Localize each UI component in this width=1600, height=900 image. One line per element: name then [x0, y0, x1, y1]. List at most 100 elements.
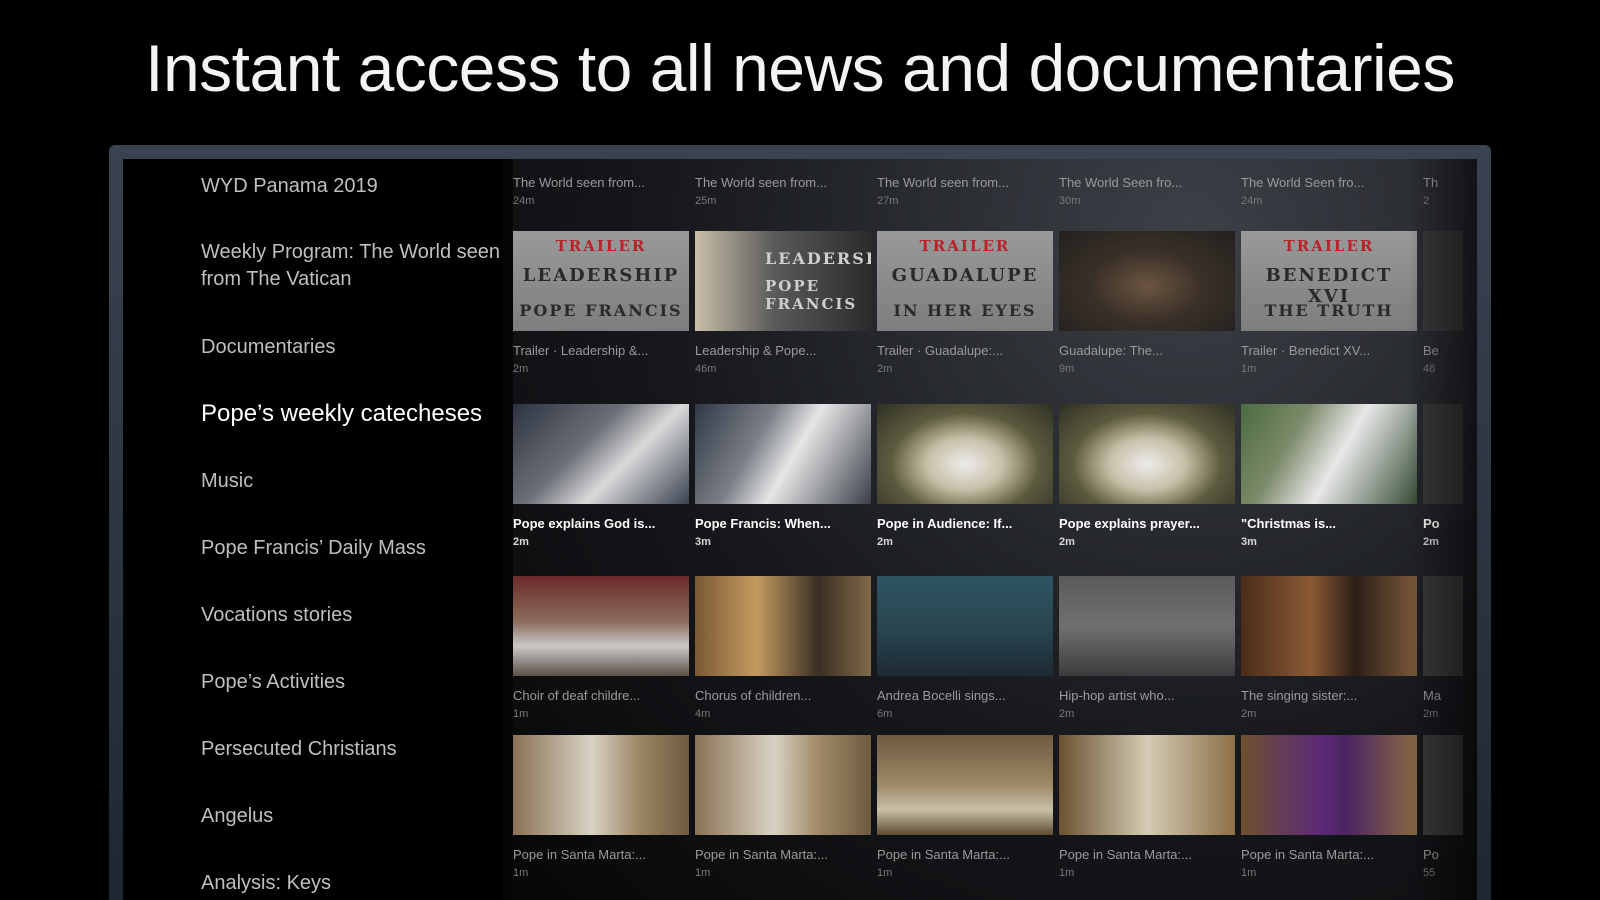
video-title: "Christmas is...: [1241, 516, 1337, 531]
video-title: Th: [1423, 175, 1439, 190]
video-title: Be: [1423, 343, 1439, 358]
sidebar-item-popes-activities[interactable]: Pope’s Activities: [201, 669, 501, 696]
video-duration: 2m: [877, 363, 893, 375]
thumbnail-caption: LEADERSHIP: [765, 249, 871, 268]
video-thumbnail: [1059, 735, 1235, 835]
video-duration: 2m: [1059, 708, 1075, 720]
video-card[interactable]: Pope in Santa Marta:... 1m: [513, 735, 689, 879]
video-duration: 3m: [1241, 536, 1257, 548]
video-thumbnail: [513, 735, 689, 835]
video-card[interactable]: Guadalupe: The... 9m: [1059, 231, 1235, 375]
video-title: Pope explains God is...: [513, 516, 656, 531]
video-card[interactable]: Pope in Santa Marta:... 1m: [1059, 735, 1235, 879]
tv-screen: WYD Panama 2019 Weekly Program: The Worl…: [123, 159, 1477, 900]
sidebar-item-analysis-keys[interactable]: Analysis: Keys: [201, 870, 501, 897]
sidebar-item-vocations[interactable]: Vocations stories: [201, 602, 501, 629]
video-duration: 2m: [1423, 708, 1439, 720]
video-duration: 4m: [695, 708, 711, 720]
video-thumbnail: [877, 576, 1053, 676]
video-card[interactable]: "Christmas is... 3m: [1241, 404, 1417, 548]
row-daily-mass: Pope in Santa Marta:... 1m Pope in Santa M…: [513, 735, 1477, 900]
video-card[interactable]: The World Seen fro... 24m: [1241, 175, 1417, 207]
video-title: The World Seen fro...: [1059, 175, 1183, 190]
video-title: Trailer · Benedict XV...: [1241, 343, 1371, 358]
video-duration: 1m: [1241, 363, 1257, 375]
row-catecheses: Pope explains God is... 2m Pope Francis: W…: [513, 404, 1477, 574]
video-card[interactable]: The World seen from... 25m: [695, 175, 871, 207]
video-card[interactable]: Th 2: [1423, 175, 1477, 207]
video-duration: 30m: [1059, 195, 1081, 207]
video-thumbnail: [513, 576, 689, 676]
thumbnail-caption: TRAILER: [919, 237, 1011, 255]
video-card[interactable]: Choir of deaf childre... 1m: [513, 576, 689, 720]
video-title: Hip-hop artist who...: [1059, 688, 1175, 703]
video-card[interactable]: Pope explains prayer... 2m: [1059, 404, 1235, 548]
video-card[interactable]: Be 48: [1423, 231, 1477, 375]
video-duration: 25m: [695, 195, 717, 207]
video-card[interactable]: The World seen from... 24m: [513, 175, 689, 207]
video-thumbnail: [877, 735, 1053, 835]
video-duration: 2: [1423, 195, 1430, 207]
video-title: Pope in Santa Marta:...: [513, 847, 646, 862]
video-card[interactable]: Pope Francis: When... 3m: [695, 404, 871, 548]
video-duration: 1m: [1241, 867, 1257, 879]
video-duration: 24m: [513, 195, 535, 207]
thumbnail-caption: POPE FRANCIS: [519, 301, 683, 320]
video-title: Po: [1423, 516, 1440, 531]
thumbnail-caption: POPE FRANCIS: [765, 277, 858, 313]
video-card[interactable]: Pope in Audience: If... 2m: [877, 404, 1053, 548]
video-card[interactable]: Pope in Santa Marta:... 1m: [695, 735, 871, 879]
video-card[interactable]: TRAILER GUADALUPE IN HER EYES Trailer · Gua…: [877, 231, 1053, 375]
video-thumbnail: [877, 404, 1053, 504]
video-duration: 27m: [877, 195, 899, 207]
video-duration: 9m: [1059, 363, 1075, 375]
video-title: Ma: [1423, 688, 1442, 703]
video-duration: 2m: [513, 363, 529, 375]
video-title: Trailer · Leadership &...: [513, 343, 649, 358]
video-thumbnail: [1059, 404, 1235, 504]
video-card[interactable]: Po 2m: [1423, 404, 1477, 548]
row-music: Choir of deaf childre... 1m Chorus of chil…: [513, 576, 1477, 746]
video-card[interactable]: Hip-hop artist who... 2m: [1059, 576, 1235, 720]
video-thumbnail: [513, 404, 689, 504]
video-card[interactable]: The World Seen fro... 30m: [1059, 175, 1235, 207]
content-grid: The World seen from... 24m The World seen …: [513, 159, 1477, 900]
video-duration: 2m: [513, 536, 529, 548]
video-thumbnail: [695, 576, 871, 676]
video-card[interactable]: Ma 2m: [1423, 576, 1477, 720]
sidebar-item-weekly-program[interactable]: Weekly Program: The World seen from The …: [201, 239, 501, 293]
sidebar-item-persecuted-christians[interactable]: Persecuted Christians: [201, 736, 501, 763]
video-duration: 2m: [877, 536, 893, 548]
video-title: Chorus of children...: [695, 688, 812, 703]
sidebar-item-popes-catecheses[interactable]: Pope’s weekly catecheses: [201, 400, 501, 427]
video-card[interactable]: The singing sister:... 2m: [1241, 576, 1417, 720]
video-card[interactable]: Po 55: [1423, 735, 1477, 879]
video-card[interactable]: The World seen from... 27m: [877, 175, 1053, 207]
video-duration: 2m: [1241, 708, 1257, 720]
video-thumbnail: [695, 735, 871, 835]
video-thumbnail: [1423, 231, 1463, 331]
thumbnail-caption: TRAILER: [1283, 237, 1375, 255]
sidebar-item-angelus[interactable]: Angelus: [201, 803, 501, 830]
sidebar-item-wyd-panama[interactable]: WYD Panama 2019: [201, 173, 501, 200]
video-duration: 48: [1423, 363, 1436, 375]
video-card[interactable]: Andrea Bocelli sings... 6m: [877, 576, 1053, 720]
row-documentaries: TRAILER LEADERSHIP POPE FRANCIS Trailer · L…: [513, 231, 1477, 401]
video-thumbnail: TRAILER BENEDICT XVI THE TRUTH: [1241, 231, 1417, 331]
video-card[interactable]: TRAILER BENEDICT XVI THE TRUTH Trailer · Be…: [1241, 231, 1417, 375]
video-card[interactable]: TRAILER LEADERSHIP POPE FRANCIS Trailer · L…: [513, 231, 689, 375]
category-sidebar: WYD Panama 2019 Weekly Program: The Worl…: [123, 159, 503, 900]
video-duration: 46m: [695, 363, 717, 375]
video-card[interactable]: Pope in Santa Marta:... 1m: [877, 735, 1053, 879]
video-card[interactable]: LEADERSHIP POPE FRANCIS Leadership & Pope.…: [695, 231, 871, 375]
video-title: The World seen from...: [877, 175, 1009, 190]
sidebar-item-documentaries[interactable]: Documentaries: [201, 334, 501, 361]
video-title: Choir of deaf childre...: [513, 688, 641, 703]
sidebar-item-daily-mass[interactable]: Pope Francis’ Daily Mass: [201, 535, 501, 562]
video-card[interactable]: Pope explains God is... 2m: [513, 404, 689, 548]
video-duration: 3m: [695, 536, 711, 548]
video-title: Guadalupe: The...: [1059, 343, 1163, 358]
video-card[interactable]: Chorus of children... 4m: [695, 576, 871, 720]
sidebar-item-music[interactable]: Music: [201, 468, 501, 495]
video-card[interactable]: Pope in Santa Marta:... 1m: [1241, 735, 1417, 879]
